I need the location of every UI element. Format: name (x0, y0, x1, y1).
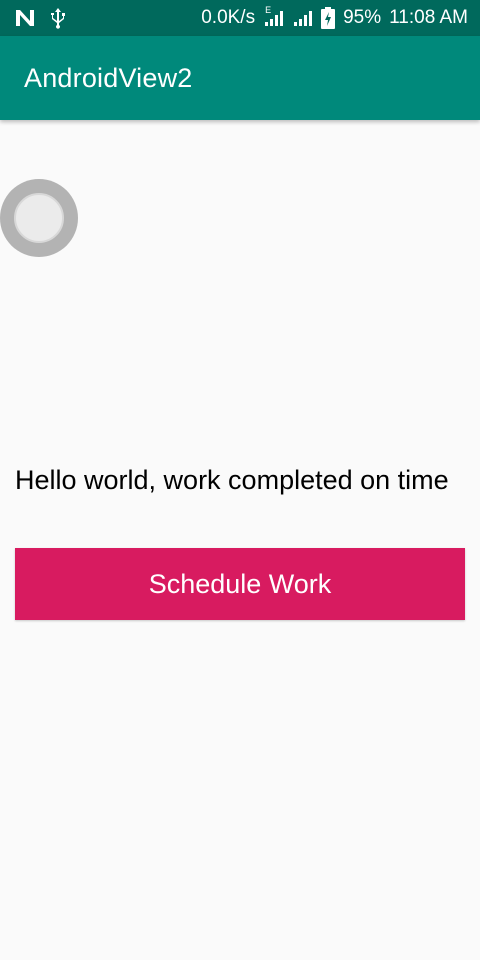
app-title: AndroidView2 (24, 62, 193, 93)
battery-charging-icon (321, 7, 336, 29)
main-content: Hello world, work completed on time Sche… (0, 120, 480, 960)
network-type-label: E (265, 5, 272, 15)
n-icon (14, 8, 36, 28)
signal-icon (293, 9, 313, 27)
app-bar: AndroidView2 (0, 36, 480, 120)
battery-percent: 95% (343, 7, 382, 28)
status-bar: 0.0K/s E 95% 11:08 AM (0, 0, 480, 36)
radio-button[interactable] (0, 179, 78, 257)
schedule-work-button[interactable]: Schedule Work (15, 548, 465, 620)
usb-icon (50, 7, 66, 29)
radio-button-inner (14, 193, 64, 243)
status-message: Hello world, work completed on time (15, 465, 449, 495)
clock: 11:08 AM (389, 7, 468, 28)
network-speed: 0.0K/s (201, 7, 256, 28)
signal-e-icon: E (263, 5, 285, 27)
